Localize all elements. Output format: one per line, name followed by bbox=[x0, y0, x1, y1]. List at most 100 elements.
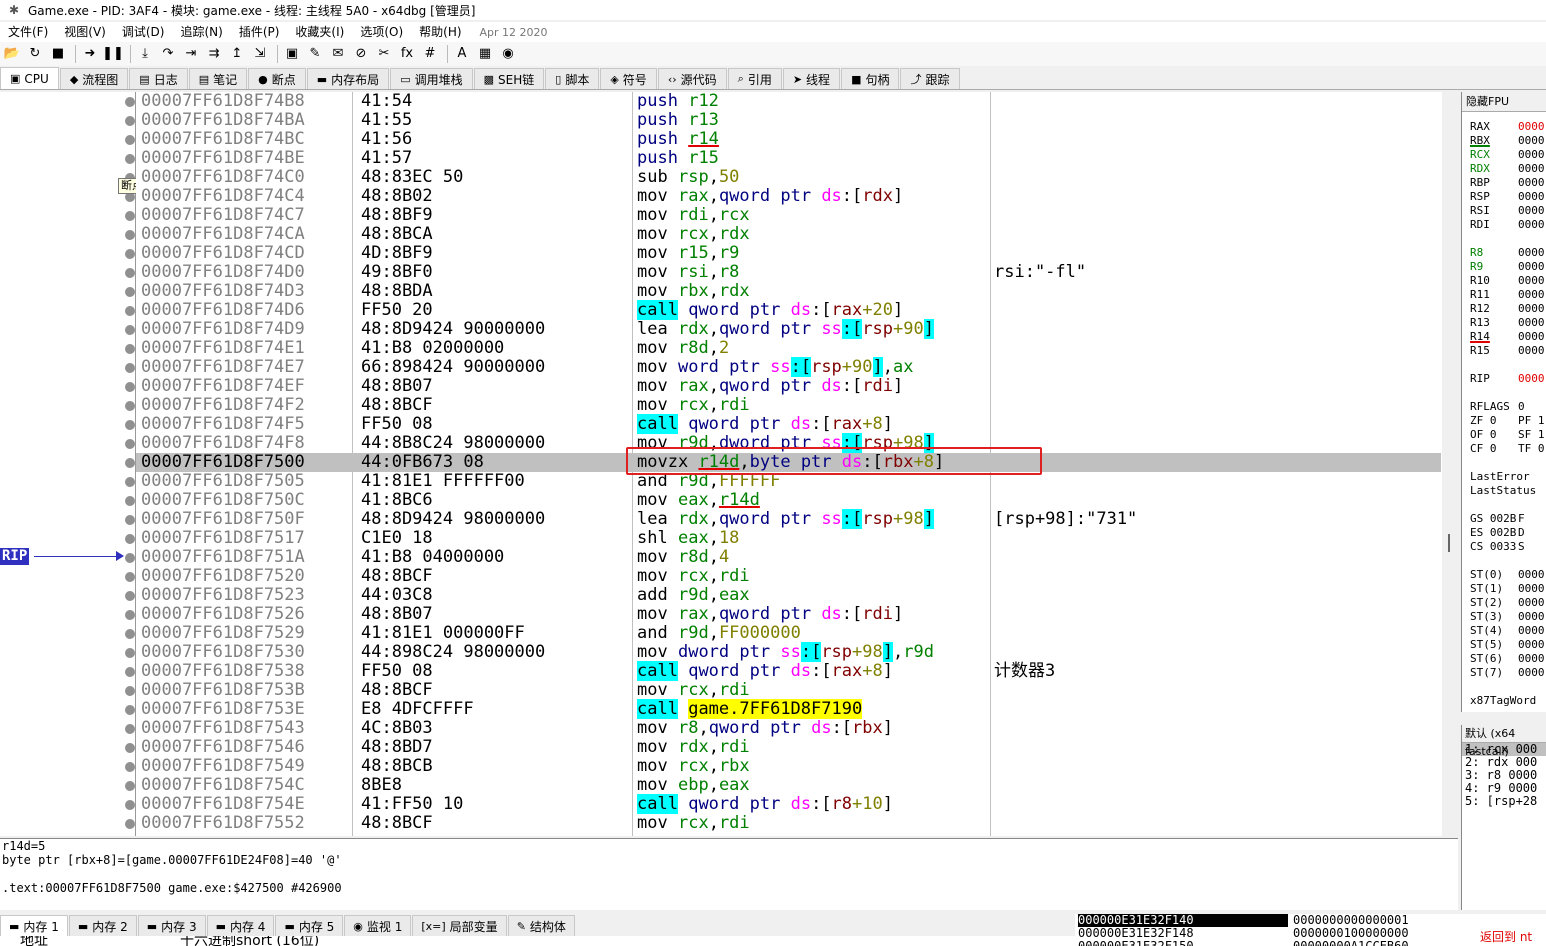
register-value[interactable]: 0000 bbox=[1518, 582, 1545, 595]
disasm-row[interactable]: 00007FF61D8F7520 48:8BCF mov rcx,rdi bbox=[136, 567, 1441, 586]
register-row[interactable]: ST(5) 0000 bbox=[1470, 638, 1545, 652]
function-icon[interactable]: fx bbox=[397, 44, 417, 64]
register-row[interactable]: R14 0000 bbox=[1470, 330, 1545, 344]
breakpoint-dot-icon[interactable] bbox=[125, 401, 135, 411]
tab-notes[interactable]: ▤ 笔记 bbox=[188, 68, 248, 89]
font-icon[interactable]: A bbox=[452, 44, 472, 64]
instruction-address[interactable]: 00007FF61D8F74B8 bbox=[141, 92, 305, 111]
disasm-row[interactable]: 00007FF61D8F74D9 48:8D9424 90000000 lea rd… bbox=[136, 319, 1441, 339]
stop-icon[interactable]: ■ bbox=[48, 44, 68, 64]
register-value[interactable]: 0000 bbox=[1518, 666, 1545, 679]
register-row[interactable]: R8 0000 bbox=[1470, 246, 1545, 260]
register-row[interactable] bbox=[1470, 386, 1518, 400]
breakpoint-dot-icon[interactable] bbox=[125, 249, 135, 259]
breakpoint-dot-icon[interactable] bbox=[125, 534, 135, 544]
register-value[interactable]: 0000 bbox=[1518, 568, 1545, 581]
register-row[interactable]: RBP 0000 bbox=[1470, 176, 1545, 190]
register-row[interactable]: ST(2) 0000 bbox=[1470, 596, 1545, 610]
trace-into-icon[interactable]: ⇥ bbox=[181, 44, 201, 64]
register-value[interactable]: 0000 bbox=[1518, 610, 1545, 623]
register-value[interactable]: 0000 bbox=[1518, 316, 1545, 329]
instruction-address[interactable]: 00007FF61D8F7529 bbox=[141, 624, 305, 643]
instruction-address[interactable]: 00007FF61D8F751A bbox=[141, 548, 305, 567]
breakpoint-dot-icon[interactable] bbox=[125, 686, 135, 696]
disasm-row[interactable]: 00007FF61D8F74CA 48:8BCA mov rcx,rdx bbox=[136, 225, 1441, 244]
stack-panel[interactable]: 000000E31E32F140 0000000000000001 000000E3… bbox=[1075, 914, 1546, 946]
disasm-row[interactable]: 00007FF61D8F74D6 FF50 20 call qword ptr ds… bbox=[136, 300, 1441, 320]
instruction-address[interactable]: 00007FF61D8F7505 bbox=[141, 472, 305, 491]
calculator-icon[interactable]: ▦ bbox=[475, 44, 495, 64]
tab-symbols[interactable]: ◈ 符号 bbox=[600, 68, 657, 89]
register-row[interactable]: RIP 0000 bbox=[1470, 372, 1545, 386]
instruction-address[interactable]: 00007FF61D8F74CA bbox=[141, 225, 305, 244]
register-row[interactable]: ST(4) 0000 bbox=[1470, 624, 1545, 638]
register-row[interactable] bbox=[1470, 232, 1518, 246]
disasm-row[interactable]: 00007FF61D8F7549 48:8BCB mov rcx,rbx bbox=[136, 757, 1441, 776]
breakpoint-dot-icon[interactable] bbox=[125, 781, 135, 791]
instruction-address[interactable]: 00007FF61D8F74D6 bbox=[141, 301, 305, 320]
instruction-address[interactable]: 00007FF61D8F7546 bbox=[141, 738, 305, 757]
arguments-panel[interactable]: 默认 (x64 fastcall) 1: rcx 0002: rdx 0003:… bbox=[1461, 725, 1546, 910]
tab-dump-2[interactable]: ▬ 内存 2 bbox=[68, 915, 137, 936]
register-value[interactable]: 0000 bbox=[1518, 246, 1545, 259]
instruction-address[interactable]: 00007FF61D8F74C4 bbox=[141, 187, 305, 206]
tab-breakpoints[interactable]: ● 断点 bbox=[248, 68, 306, 89]
menu-item[interactable]: 调试(D) bbox=[114, 22, 173, 42]
instruction-address[interactable]: 00007FF61D8F74BE bbox=[141, 149, 305, 168]
register-value[interactable]: PF 1 bbox=[1518, 414, 1545, 427]
disasm-row[interactable]: 00007FF61D8F754C 8BE8 mov ebp,eax bbox=[136, 776, 1441, 795]
step-into-icon[interactable]: ⤓ bbox=[135, 44, 155, 64]
disassembly-scrollbar[interactable] bbox=[1442, 92, 1456, 836]
instruction-address[interactable]: 00007FF61D8F753E bbox=[141, 700, 305, 719]
tab-script[interactable]: ▯ 脚本 bbox=[545, 68, 600, 89]
tab-dump-3[interactable]: ▬ 内存 3 bbox=[137, 915, 206, 936]
register-row[interactable]: LastError bbox=[1470, 470, 1530, 484]
register-value[interactable]: 0000 bbox=[1518, 162, 1545, 175]
instruction-address[interactable]: 00007FF61D8F74EF bbox=[141, 377, 305, 396]
register-value[interactable]: 0000 bbox=[1518, 274, 1545, 287]
register-row[interactable]: R12 0000 bbox=[1470, 302, 1545, 316]
breakpoint-dot-icon[interactable] bbox=[125, 648, 135, 658]
register-row[interactable]: R15 0000 bbox=[1470, 344, 1545, 358]
register-row[interactable]: ZF 0 PF 1 bbox=[1470, 414, 1545, 428]
register-value[interactable]: 0000 bbox=[1518, 218, 1545, 231]
instruction-address[interactable]: 00007FF61D8F750F bbox=[141, 510, 305, 529]
tab-call-stack[interactable]: ▭ 调用堆栈 bbox=[390, 68, 473, 89]
breakpoint-dot-icon[interactable] bbox=[125, 325, 135, 335]
tab-cpu[interactable]: ▣ CPU bbox=[0, 67, 59, 89]
instruction-address[interactable]: 00007FF61D8F74D3 bbox=[141, 282, 305, 301]
breakpoint-dot-icon[interactable] bbox=[125, 135, 135, 145]
disasm-row[interactable]: 00007FF61D8F751A 41:B8 04000000 mov r8d,4 bbox=[136, 548, 1441, 567]
disasm-row[interactable]: 00007FF61D8F750F 48:8D9424 98000000 lea rd… bbox=[136, 509, 1441, 529]
instruction-address[interactable]: 00007FF61D8F7538 bbox=[141, 662, 305, 681]
hide-fpu-button[interactable]: 隐藏FPU bbox=[1462, 92, 1546, 112]
breakpoint-dot-icon[interactable] bbox=[125, 382, 135, 392]
menu-item[interactable]: 文件(F) bbox=[0, 22, 56, 42]
run-to-user-code-icon[interactable]: ⇲ bbox=[250, 44, 270, 64]
calling-convention-selector[interactable]: 默认 (x64 fastcall) bbox=[1462, 725, 1546, 758]
register-value[interactable]: 0000 bbox=[1518, 330, 1545, 343]
register-row[interactable]: RSP 0000 bbox=[1470, 190, 1545, 204]
breakpoint-dot-icon[interactable] bbox=[125, 211, 135, 221]
disasm-row[interactable]: 00007FF61D8F7523 44:03C8 add r9d,eax bbox=[136, 586, 1441, 605]
menu-item[interactable]: 选项(O) bbox=[352, 22, 411, 42]
comment-icon[interactable]: ✉ bbox=[328, 44, 348, 64]
register-row[interactable]: ST(3) 0000 bbox=[1470, 610, 1545, 624]
register-value[interactable]: SF 1 bbox=[1518, 428, 1545, 441]
register-row[interactable] bbox=[1470, 680, 1518, 694]
step-over-icon[interactable]: ↷ bbox=[158, 44, 178, 64]
instruction-address[interactable]: 00007FF61D8F74F5 bbox=[141, 415, 305, 434]
breakpoint-dot-icon[interactable] bbox=[125, 572, 135, 582]
pause-icon[interactable]: ❚❚ bbox=[102, 44, 124, 64]
register-value[interactable]: 0000 bbox=[1518, 652, 1545, 665]
disasm-row[interactable]: 00007FF61D8F7530 44:898C24 98000000 mov dw… bbox=[136, 642, 1441, 662]
breakpoint-dot-icon[interactable] bbox=[125, 800, 135, 810]
register-value[interactable]: 0000 bbox=[1518, 288, 1545, 301]
breakpoint-dot-icon[interactable] bbox=[125, 553, 135, 563]
register-value[interactable]: 0000 bbox=[1518, 624, 1545, 637]
restart-icon[interactable]: ↻ bbox=[25, 44, 45, 64]
disasm-row[interactable]: 00007FF61D8F753B 48:8BCF mov rcx,rdi bbox=[136, 681, 1441, 700]
breakpoint-dot-icon[interactable] bbox=[125, 363, 135, 373]
tab-source[interactable]: ‹› 源代码 bbox=[657, 68, 727, 89]
breakpoint-dot-icon[interactable] bbox=[125, 306, 135, 316]
